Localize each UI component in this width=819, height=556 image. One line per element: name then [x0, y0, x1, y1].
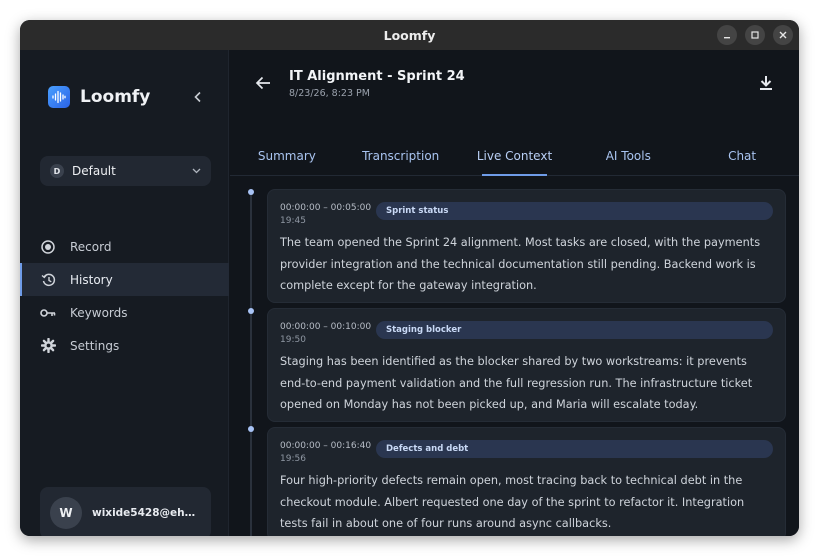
record-icon: [40, 239, 56, 255]
card-topic-tag: Defects and debt: [376, 440, 773, 458]
download-button[interactable]: [755, 72, 777, 94]
sidebar-item-history[interactable]: History: [20, 263, 229, 296]
workspace-badge: D: [50, 164, 64, 178]
main-content: IT Alignment - Sprint 24 8/23/26, 8:23 P…: [230, 50, 799, 536]
context-card: 00:00:00 – 00:16:40 19:56 Defects and de…: [267, 427, 786, 536]
card-timestamp: 19:45: [280, 216, 306, 226]
maximize-button[interactable]: [745, 25, 765, 45]
tab-chat[interactable]: Chat: [685, 144, 799, 175]
tab-transcription[interactable]: Transcription: [344, 144, 458, 175]
timeline-dot: [248, 426, 254, 432]
workspace-selector[interactable]: D Default: [40, 156, 211, 186]
sidebar-item-label: Record: [70, 239, 112, 254]
collapse-sidebar-button[interactable]: [188, 87, 208, 107]
page-title: IT Alignment - Sprint 24: [289, 69, 465, 84]
timeline-line: [250, 193, 252, 536]
close-icon: [779, 31, 787, 39]
card-text: The team opened the Sprint 24 alignment.…: [280, 236, 761, 293]
card-timestamp: 19:56: [280, 454, 306, 464]
app-window: Loomfy Loomfy D Default Record History K…: [20, 20, 799, 536]
window-title: Loomfy: [383, 27, 436, 43]
user-account[interactable]: W wixide5428@ehwit...: [40, 487, 211, 536]
sidebar-item-settings[interactable]: Settings: [20, 329, 229, 362]
history-icon: [40, 272, 56, 288]
card-topic-tag: Sprint status: [376, 202, 773, 220]
live-context-timeline: 00:00:00 – 00:05:00 19:45 Sprint status …: [230, 177, 799, 536]
card-text: Four high-priority defects remain open, …: [280, 474, 745, 531]
minimize-button[interactable]: [717, 25, 737, 45]
sidebar: Loomfy D Default Record History Keywords…: [20, 50, 229, 536]
maximize-icon: [751, 31, 759, 39]
context-card: 00:00:00 – 00:10:00 19:50 Staging blocke…: [267, 308, 786, 422]
card-text: Staging has been identified as the block…: [280, 355, 753, 412]
title-bar: Loomfy: [20, 20, 799, 50]
card-time-range: 00:00:00 – 00:10:00: [280, 322, 372, 332]
sidebar-item-label: Settings: [70, 338, 120, 353]
chevron-down-icon: [192, 168, 201, 174]
meeting-date: 8/23/26, 8:23 PM: [289, 88, 370, 99]
brand: Loomfy: [48, 86, 150, 108]
context-card: 00:00:00 – 00:05:00 19:45 Sprint status …: [267, 189, 786, 303]
tab-ai-tools[interactable]: AI Tools: [571, 144, 685, 175]
tab-summary[interactable]: Summary: [230, 144, 344, 175]
soundwave-logo-icon: [48, 86, 70, 108]
download-icon: [760, 76, 772, 90]
timeline-dot: [248, 308, 254, 314]
sidebar-item-record[interactable]: Record: [20, 230, 229, 263]
card-time-range: 00:00:00 – 00:05:00: [280, 203, 372, 213]
sidebar-nav: Record History Keywords Settings: [20, 230, 229, 362]
window-controls: [717, 25, 793, 45]
close-button[interactable]: [773, 25, 793, 45]
back-button[interactable]: [252, 72, 274, 94]
key-icon: [40, 305, 56, 321]
arrow-left-icon: [255, 76, 270, 90]
minimize-icon: [724, 37, 730, 39]
workspace-name: Default: [72, 164, 116, 178]
gear-icon: [40, 338, 56, 354]
sidebar-item-label: Keywords: [70, 305, 128, 320]
card-topic-tag: Staging blocker: [376, 321, 773, 339]
brand-name: Loomfy: [80, 87, 151, 107]
tab-live-context[interactable]: Live Context: [458, 144, 572, 176]
sidebar-item-keywords[interactable]: Keywords: [20, 296, 229, 329]
chevron-left-icon: [194, 91, 201, 103]
tab-bar: Summary Transcription Live Context AI To…: [230, 144, 799, 176]
timeline-dot: [248, 189, 254, 195]
avatar: W: [50, 497, 82, 529]
user-email: wixide5428@ehwit...: [92, 507, 204, 519]
card-timestamp: 19:50: [280, 335, 306, 345]
card-time-range: 00:00:00 – 00:16:40: [280, 441, 372, 451]
sidebar-item-label: History: [70, 272, 113, 287]
